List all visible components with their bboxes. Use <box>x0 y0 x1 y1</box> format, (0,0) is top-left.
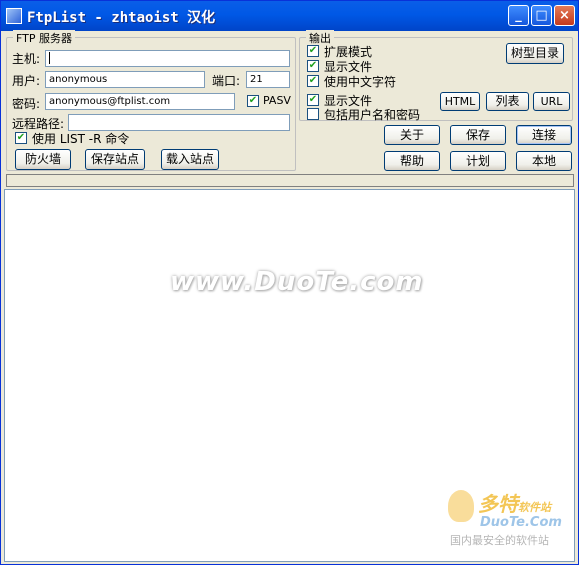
help-button[interactable]: 帮助 <box>384 151 440 171</box>
include-credentials-label[interactable]: 包括用户名和密码 <box>324 106 420 123</box>
close-button[interactable]: × <box>554 5 575 26</box>
app-icon <box>6 8 22 24</box>
logo-slogan: 国内最安全的软件站 <box>450 534 549 547</box>
duote-logo: 多特软件站 DuoTe.Com 国内最安全的软件站 <box>442 485 577 561</box>
html-button[interactable]: HTML <box>440 92 480 111</box>
password-input[interactable]: anonymous@ftplist.com <box>45 93 235 110</box>
pasv-checkbox[interactable]: ✔ <box>247 95 259 107</box>
show-files-checkbox[interactable]: ✔ <box>307 60 319 72</box>
center-watermark: www.DuoTe.com <box>170 267 424 297</box>
extended-mode-checkbox[interactable]: ✔ <box>307 45 319 57</box>
chinese-chars-checkbox[interactable]: ✔ <box>307 75 319 87</box>
list-button[interactable]: 列表 <box>486 92 529 111</box>
include-credentials-checkbox[interactable] <box>307 108 319 120</box>
url-button[interactable]: URL <box>533 92 570 111</box>
mascot-icon <box>448 490 474 522</box>
logo-en: DuoTe.Com <box>480 515 562 530</box>
chinese-chars-label[interactable]: 使用中文字符 <box>324 73 396 90</box>
firewall-button[interactable]: 防火墙 <box>15 149 71 170</box>
list-r-checkbox[interactable]: ✔ <box>15 132 27 144</box>
password-label: 密码: <box>12 97 41 111</box>
load-site-button[interactable]: 载入站点 <box>161 149 219 170</box>
schedule-button[interactable]: 计划 <box>450 151 506 171</box>
list-r-label[interactable]: 使用 LIST -R 命令 <box>32 130 129 147</box>
logo-cn-big: 多特 <box>478 492 518 516</box>
user-input[interactable]: anonymous <box>45 71 205 88</box>
connect-button[interactable]: 连接 <box>516 125 572 145</box>
host-input[interactable] <box>45 50 290 67</box>
pasv-label[interactable]: PASV <box>263 94 291 107</box>
logo-cn-small: 软件站 <box>518 501 551 514</box>
about-button[interactable]: 关于 <box>384 125 440 145</box>
user-label: 用户: <box>12 74 41 88</box>
port-label: 端口: <box>212 74 241 88</box>
minimize-button[interactable]: _ <box>508 5 529 26</box>
local-button[interactable]: 本地 <box>516 151 572 171</box>
port-input[interactable]: 21 <box>246 71 290 88</box>
host-label: 主机: <box>12 52 41 66</box>
save-button[interactable]: 保存 <box>450 125 506 145</box>
show-files-2-checkbox[interactable]: ✔ <box>307 94 319 106</box>
host-input-caret <box>49 52 50 64</box>
title-bar[interactable]: FtpList - zhtaoist 汉化 _ □ × <box>1 1 578 31</box>
output-content-area[interactable]: www.DuoTe.com 多特软件站 DuoTe.Com 国内最安全的软件站 <box>4 189 575 562</box>
maximize-button[interactable]: □ <box>531 5 552 26</box>
ftplist-window: FtpList - zhtaoist 汉化 _ □ × FTP 服务器 主机: … <box>0 0 579 565</box>
remote-path-input[interactable] <box>68 114 290 131</box>
progress-bar <box>6 174 574 187</box>
ftp-server-legend: FTP 服务器 <box>13 30 75 46</box>
window-title: FtpList - zhtaoist 汉化 <box>27 10 216 26</box>
tree-directory-button[interactable]: 树型目录 <box>506 43 564 64</box>
save-site-button[interactable]: 保存站点 <box>85 149 145 170</box>
